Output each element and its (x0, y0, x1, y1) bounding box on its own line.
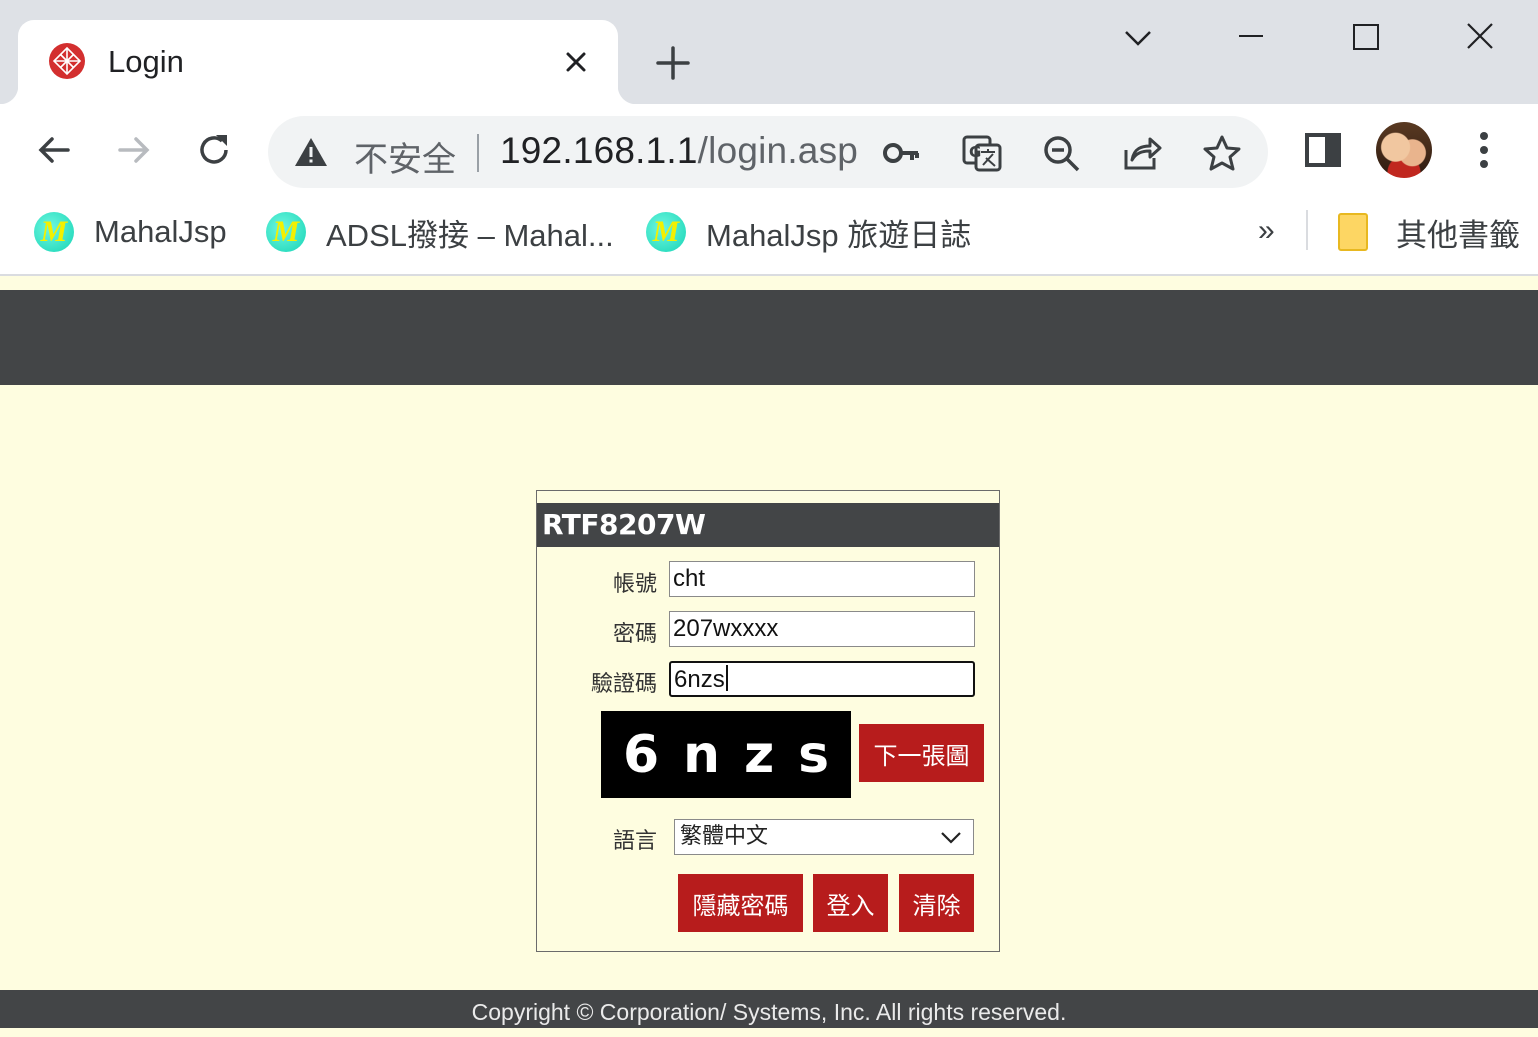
captcha-label: 驗證碼 (590, 672, 657, 697)
back-button[interactable] (30, 126, 78, 174)
captcha-char: n (683, 724, 721, 785)
captcha-image: 6 n z s (601, 711, 851, 798)
device-model-title: RTF8207W (537, 503, 999, 547)
login-panel: RTF8207W 帳號 cht 密碼 207wxxxx 驗證碼 6nzs 6 n… (536, 490, 1000, 952)
bookmark-mahaljsp[interactable]: M MahalJsp (34, 210, 227, 254)
profile-avatar[interactable] (1376, 122, 1432, 178)
warning-icon[interactable] (294, 136, 328, 168)
captcha-field-text: 6nzs (674, 666, 725, 693)
tab-search-chevron-icon[interactable] (1118, 18, 1158, 58)
zoom-out-icon[interactable] (1042, 134, 1082, 172)
side-panel-icon[interactable] (1300, 126, 1348, 174)
username-field[interactable]: cht (669, 561, 975, 597)
browser-toolbar: 不安全 192.168.1.1/login.asp G (0, 104, 1538, 196)
forward-button[interactable] (110, 126, 158, 174)
login-button[interactable]: 登入 (813, 874, 888, 932)
mahaljsp-icon: M (34, 212, 74, 252)
mahaljsp-icon: M (646, 212, 686, 252)
bookmark-label: ADSL撥接 – Mahal... (326, 217, 614, 253)
text-caret (725, 665, 728, 691)
language-label: 語言 (612, 829, 657, 854)
bookmarks-bar: M MahalJsp M ADSL撥接 – Mahal... M MahalJs… (0, 196, 1538, 276)
next-captcha-button[interactable]: 下一張圖 (859, 724, 984, 782)
maximize-icon[interactable] (1346, 18, 1386, 58)
tab-strip: Login (0, 0, 1538, 104)
username-label: 帳號 (612, 572, 657, 597)
back-arrow-icon (38, 137, 70, 163)
copyright-text: Copyright © Corporation/ Systems, Inc. A… (471, 999, 1067, 1025)
reload-button[interactable] (190, 126, 238, 174)
captcha-char: 6 (622, 724, 660, 785)
password-label: 密碼 (612, 622, 657, 647)
svg-text:G: G (969, 143, 981, 161)
forward-arrow-icon (118, 137, 150, 163)
bookmarks-divider (1306, 210, 1308, 250)
mahaljsp-icon: M (266, 212, 306, 252)
tab-title: Login (108, 44, 184, 79)
close-tab-icon[interactable] (560, 46, 592, 78)
security-label[interactable]: 不安全 (354, 132, 456, 181)
page-header-bar (0, 290, 1538, 385)
captcha-char: s (798, 724, 830, 785)
translate-icon[interactable]: G (962, 134, 1002, 172)
password-field[interactable]: 207wxxxx (669, 611, 975, 647)
bookmark-travel-log[interactable]: M MahalJsp 旅遊日誌 (646, 210, 971, 254)
page-footer: Copyright © Corporation/ Systems, Inc. A… (0, 990, 1538, 1028)
reload-icon (200, 135, 228, 164)
language-select[interactable]: 繁體中文 (674, 819, 974, 855)
close-window-icon[interactable] (1460, 18, 1500, 58)
url-host: 192.168.1.1 (500, 130, 698, 171)
minimize-icon[interactable] (1231, 18, 1271, 58)
other-bookmarks-label: 其他書籤 (1396, 217, 1520, 253)
bookmark-label: MahalJsp (94, 214, 227, 249)
url-text[interactable]: 192.168.1.1/login.asp (500, 130, 858, 172)
address-bar[interactable]: 不安全 192.168.1.1/login.asp G (268, 116, 1268, 188)
more-bookmarks-chevron-icon[interactable]: » (1258, 214, 1275, 248)
bookmark-star-icon[interactable] (1202, 134, 1242, 172)
captcha-char: z (743, 724, 775, 785)
key-icon[interactable] (882, 134, 922, 172)
chevron-down-icon (941, 832, 961, 844)
more-menu-icon[interactable] (1460, 126, 1508, 174)
language-selected-value: 繁體中文 (680, 824, 769, 849)
share-icon[interactable] (1122, 134, 1162, 172)
folder-icon (1338, 213, 1368, 251)
router-logo-icon (49, 43, 85, 79)
url-path: /login.asp (697, 130, 859, 171)
bookmark-adsl[interactable]: M ADSL撥接 – Mahal... (266, 210, 614, 254)
captcha-field[interactable]: 6nzs (669, 661, 975, 697)
browser-tab[interactable]: Login (0, 20, 636, 104)
clear-button[interactable]: 清除 (899, 874, 974, 932)
bookmark-label: MahalJsp 旅遊日誌 (706, 217, 972, 253)
hide-password-button[interactable]: 隱藏密碼 (678, 874, 803, 932)
other-bookmarks[interactable]: 其他書籤 (1338, 210, 1520, 254)
new-tab-icon[interactable] (654, 44, 692, 82)
address-divider (477, 134, 479, 172)
